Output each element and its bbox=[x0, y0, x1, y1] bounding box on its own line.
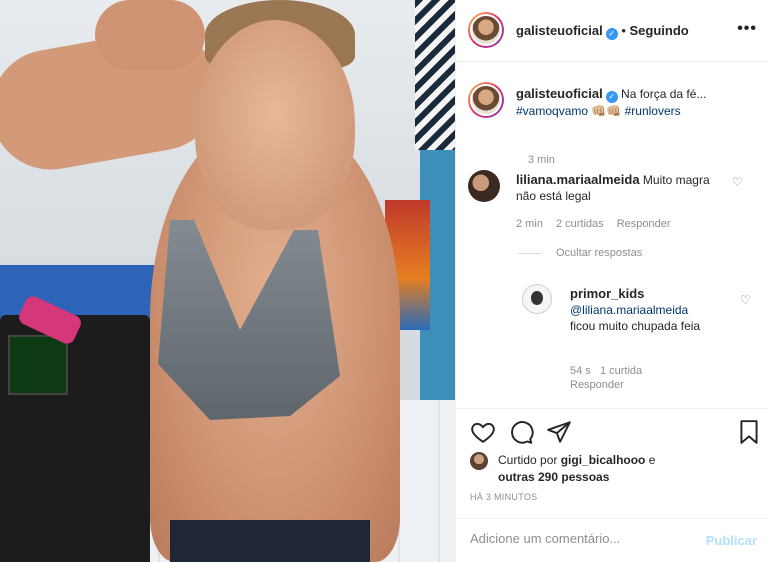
photo-treadmill-screen bbox=[8, 335, 68, 395]
comment-time: 2 min bbox=[516, 218, 543, 230]
photo-treadmill bbox=[0, 315, 150, 562]
following-button[interactable]: Seguindo bbox=[630, 23, 689, 38]
comment-text: liliana.mariaalmeida Muito magra não est… bbox=[516, 172, 721, 204]
comment-meta: 2 min 2 curtidas Responder bbox=[516, 218, 681, 230]
caption-time: 3 min bbox=[528, 154, 555, 166]
liker-avatar[interactable] bbox=[470, 452, 488, 470]
add-comment-bar: Publicar bbox=[456, 518, 768, 562]
verified-icon: ✓ bbox=[605, 28, 618, 40]
reply-reply-button[interactable]: Responder bbox=[570, 379, 624, 391]
post-photo[interactable] bbox=[0, 0, 455, 562]
caption-avatar[interactable] bbox=[468, 82, 504, 118]
more-icon[interactable]: ••• bbox=[737, 20, 757, 38]
post-side-panel: galisteuoficial ✓ • Seguindo ••• galisteu… bbox=[455, 0, 768, 562]
hide-replies-label: Ocultar respostas bbox=[556, 247, 643, 259]
reply-time: 54 s bbox=[570, 365, 591, 377]
caption-text: galisteuoficial ✓ Na força da fé... #vamo… bbox=[516, 86, 756, 119]
likes-conj: e bbox=[648, 453, 656, 467]
header-text: galisteuoficial ✓ • Seguindo bbox=[516, 23, 689, 40]
comment-username[interactable]: liliana.mariaalmeida bbox=[516, 172, 640, 187]
reply-body: ficou muito chupada feia bbox=[570, 319, 701, 333]
photo-person-fist bbox=[95, 0, 205, 70]
share-icon[interactable] bbox=[546, 419, 572, 445]
reply-avatar[interactable] bbox=[522, 284, 552, 314]
likes-text: Curtido por gigi_bicalhooo e outras 290 … bbox=[498, 452, 758, 486]
commenter-avatar[interactable] bbox=[468, 170, 500, 202]
photo-person-head bbox=[195, 20, 355, 230]
heart-icon[interactable] bbox=[470, 419, 496, 445]
author-username[interactable]: galisteuoficial bbox=[516, 23, 603, 38]
liker-username[interactable]: gigi_bicalhooo bbox=[561, 453, 646, 467]
publish-button[interactable]: Publicar bbox=[706, 533, 757, 548]
reply-text: primor_kids @liliana.mariaalmeida ficou … bbox=[570, 286, 705, 334]
header-separator: • bbox=[621, 23, 626, 38]
author-avatar[interactable] bbox=[468, 12, 504, 48]
post-header: galisteuoficial ✓ • Seguindo ••• bbox=[456, 0, 768, 62]
hashtag-link[interactable]: #runlovers bbox=[625, 104, 681, 118]
likes-others[interactable]: outras 290 pessoas bbox=[498, 470, 609, 484]
reply-username[interactable]: primor_kids bbox=[570, 286, 644, 301]
caption-username[interactable]: galisteuoficial bbox=[516, 86, 603, 101]
hide-replies-line bbox=[518, 252, 542, 254]
comment-likes[interactable]: 2 curtidas bbox=[556, 218, 604, 230]
comment-reply-button[interactable]: Responder bbox=[617, 218, 671, 230]
reply-mention[interactable]: @liliana.mariaalmeida bbox=[570, 303, 688, 317]
comment-heart-icon[interactable]: ♡ bbox=[732, 176, 744, 188]
action-bar bbox=[456, 408, 768, 452]
caption-body: Na força da fé... bbox=[621, 87, 707, 101]
photo-shorts bbox=[170, 520, 370, 562]
bookmark-icon[interactable] bbox=[736, 419, 762, 445]
reply-meta: 54 s 1 curtida Responder bbox=[570, 364, 700, 392]
comments-list[interactable]: galisteuoficial ✓ Na força da fé... #vamo… bbox=[456, 62, 768, 408]
post-timestamp[interactable]: HÁ 3 MINUTOS bbox=[470, 492, 537, 502]
reply-heart-icon[interactable]: ♡ bbox=[740, 294, 752, 306]
photo-zigzag-pattern bbox=[415, 0, 455, 150]
comment-icon[interactable] bbox=[508, 419, 534, 445]
hide-replies-button[interactable]: Ocultar respostas bbox=[518, 247, 642, 259]
caption-emoji: 👊🏼👊🏼 bbox=[591, 104, 622, 118]
reply-likes[interactable]: 1 curtida bbox=[600, 365, 642, 377]
comment-input[interactable] bbox=[470, 531, 690, 546]
likes-prefix: Curtido por bbox=[498, 453, 558, 467]
hashtag-link[interactable]: #vamoqvamo bbox=[516, 104, 588, 118]
verified-icon: ✓ bbox=[605, 91, 618, 103]
